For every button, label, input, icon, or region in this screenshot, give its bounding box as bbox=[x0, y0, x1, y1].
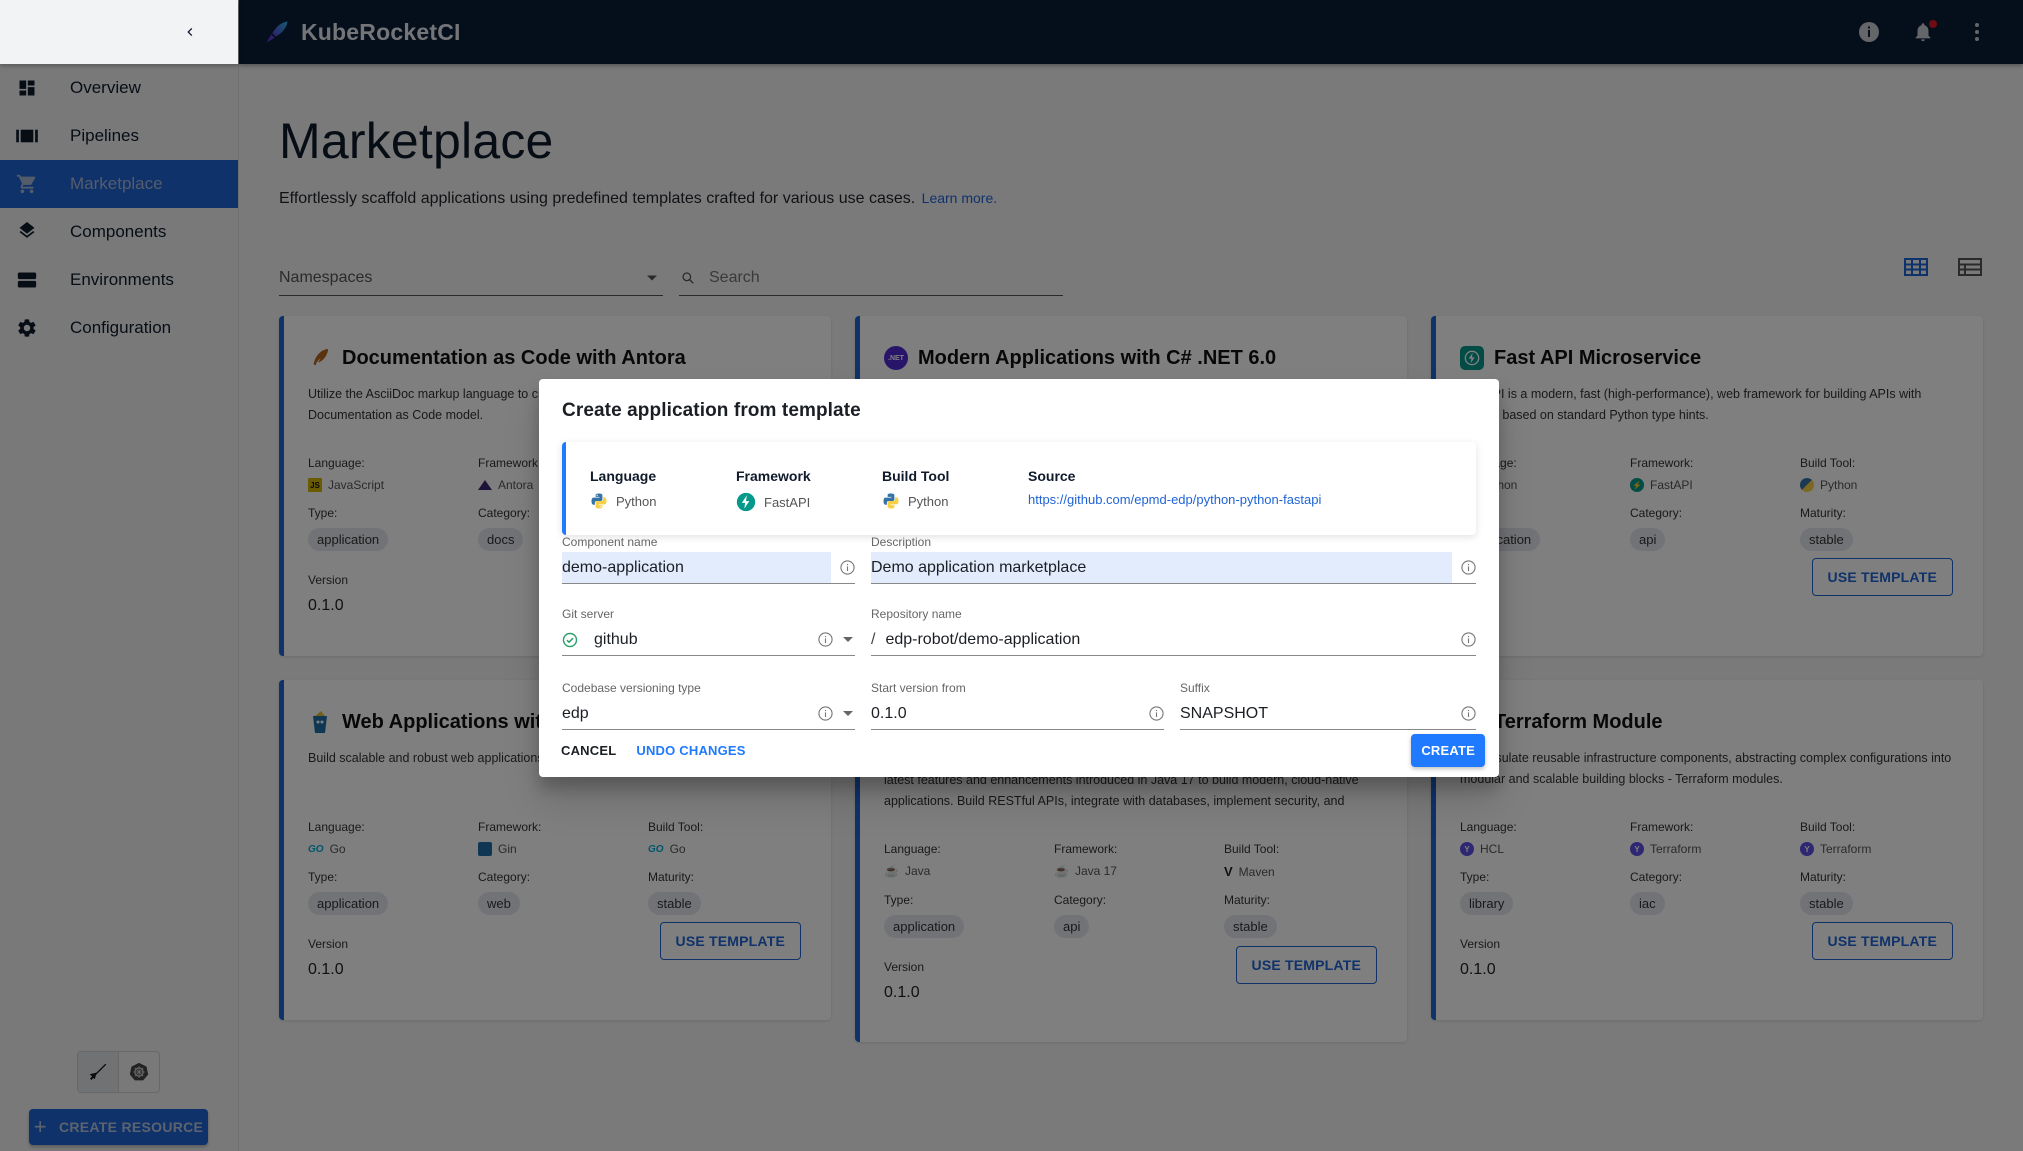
summary-language-value: Python bbox=[590, 492, 736, 510]
summary-language: Language Python bbox=[590, 468, 736, 535]
suffix-input[interactable] bbox=[1180, 698, 1452, 729]
info-icon[interactable] bbox=[1460, 706, 1476, 722]
check-circle-icon bbox=[562, 632, 578, 647]
chevron-left-icon bbox=[187, 28, 193, 36]
info-icon[interactable] bbox=[1460, 632, 1476, 648]
description-value-wrap bbox=[871, 552, 1452, 583]
template-summary: Language Python Framework FastAPI Build … bbox=[562, 442, 1476, 535]
repository-prefix: / bbox=[871, 630, 876, 648]
suffix-box bbox=[1180, 698, 1476, 730]
versioning-type-field: Codebase versioning type edp bbox=[562, 681, 855, 730]
dialog-actions: CANCEL UNDO CHANGES CREATE bbox=[553, 733, 1485, 767]
source-link[interactable]: https://github.com/epmd-edp/python-pytho… bbox=[1028, 492, 1321, 507]
description-label: Description bbox=[871, 535, 932, 549]
caret-down-icon[interactable] bbox=[841, 707, 855, 721]
form-row: Component name Description bbox=[562, 535, 1476, 584]
start-version-field: Start version from bbox=[871, 681, 1164, 730]
versioning-type-label: Codebase versioning type bbox=[562, 681, 701, 695]
summary-framework-value: FastAPI bbox=[736, 492, 882, 512]
versioning-type-select[interactable]: edp bbox=[562, 698, 855, 730]
fastapi-icon bbox=[736, 492, 756, 512]
summary-source: Source https://github.com/epmd-edp/pytho… bbox=[1028, 468, 1321, 535]
summary-framework-text: FastAPI bbox=[764, 494, 811, 510]
undo-changes-button[interactable]: UNDO CHANGES bbox=[628, 737, 753, 764]
suffix-label: Suffix bbox=[1180, 681, 1210, 695]
python-icon bbox=[883, 493, 899, 509]
collapse-sidebar-button[interactable] bbox=[176, 18, 204, 46]
repository-value-wrap bbox=[885, 624, 1452, 655]
description-input[interactable] bbox=[871, 552, 1452, 583]
git-server-select[interactable]: github bbox=[562, 624, 855, 656]
python-icon bbox=[591, 493, 607, 509]
summary-framework-label: Framework bbox=[736, 468, 811, 484]
suffix-field: Suffix bbox=[1180, 681, 1476, 730]
component-name-value-wrap bbox=[562, 552, 831, 583]
create-application-dialog: Create application from template Languag… bbox=[539, 379, 1499, 777]
summary-build-tool-text: Python bbox=[908, 493, 949, 509]
component-name-field: Component name bbox=[562, 535, 855, 584]
summary-framework: Framework FastAPI bbox=[736, 468, 882, 535]
versioning-type-value: edp bbox=[562, 704, 589, 722]
start-version-label: Start version from bbox=[871, 681, 966, 695]
description-field: Description bbox=[871, 535, 1476, 584]
suffix-value-wrap bbox=[1180, 698, 1452, 729]
summary-build-tool: Build Tool Python bbox=[882, 468, 1028, 535]
component-name-input[interactable] bbox=[562, 552, 831, 583]
start-version-box bbox=[871, 698, 1164, 730]
info-icon[interactable] bbox=[817, 706, 833, 722]
start-version-input[interactable] bbox=[871, 698, 1140, 729]
form-row: Git server github Repository name / bbox=[562, 607, 1476, 656]
info-icon[interactable] bbox=[839, 560, 855, 576]
info-icon[interactable] bbox=[1148, 706, 1164, 722]
repository-name-field: Repository name / bbox=[871, 607, 1476, 656]
summary-language-text: Python bbox=[616, 493, 657, 509]
cancel-button[interactable]: CANCEL bbox=[553, 737, 624, 764]
summary-build-tool-label: Build Tool bbox=[882, 468, 950, 484]
summary-language-label: Language bbox=[590, 468, 657, 484]
info-icon[interactable] bbox=[1460, 560, 1476, 576]
repository-name-label: Repository name bbox=[871, 607, 962, 621]
description-box bbox=[871, 552, 1476, 584]
component-name-label: Component name bbox=[562, 535, 658, 549]
summary-build-tool-value: Python bbox=[882, 492, 1028, 510]
caret-down-icon[interactable] bbox=[841, 633, 855, 647]
create-button[interactable]: CREATE bbox=[1411, 733, 1485, 767]
git-server-field: Git server github bbox=[562, 607, 855, 656]
git-server-value: github bbox=[594, 630, 638, 648]
summary-source-label: Source bbox=[1028, 468, 1076, 484]
sidebar-header bbox=[0, 0, 238, 64]
dialog-title: Create application from template bbox=[562, 400, 861, 421]
git-server-label: Git server bbox=[562, 607, 615, 621]
start-version-value-wrap bbox=[871, 698, 1140, 729]
form-row: Codebase versioning type edp Start versi… bbox=[562, 681, 1476, 730]
repository-name-input[interactable] bbox=[885, 624, 1452, 655]
info-icon[interactable] bbox=[817, 632, 833, 648]
component-name-box bbox=[562, 552, 855, 584]
repository-name-box: / bbox=[871, 624, 1476, 656]
